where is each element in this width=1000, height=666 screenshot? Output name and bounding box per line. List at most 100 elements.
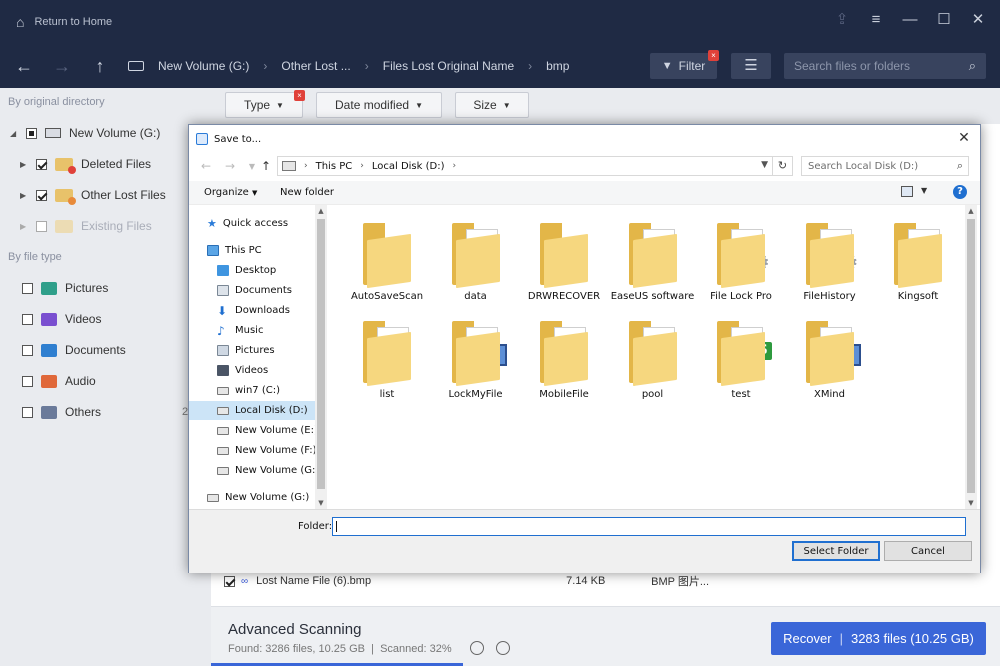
table-row[interactable]: ∞ Lost Name File (6).bmp 7.14 KB BMP 图片.… [224, 572, 754, 590]
files-scrollbar[interactable]: ▲ ▼ [965, 205, 977, 509]
folder-input[interactable] [332, 517, 966, 536]
new-folder-button[interactable]: New folder [280, 187, 334, 198]
folder-item[interactable]: AutoSaveScan [343, 207, 431, 302]
nav-item-new-volume-g[interactable]: New Volume (G:) [217, 461, 315, 480]
up-arrow-icon[interactable]: ↑ [259, 159, 273, 173]
chevron-down-icon[interactable]: ▼ [921, 186, 927, 195]
checkbox[interactable] [22, 406, 33, 418]
back-arrow-icon[interactable]: ← [199, 159, 213, 173]
type-filter-clear-badge[interactable]: × [294, 90, 305, 101]
scroll-down-icon[interactable]: ▼ [315, 499, 327, 507]
chevron-down-icon[interactable]: ▼ [761, 160, 768, 170]
checkbox[interactable] [36, 220, 47, 232]
stop-icon[interactable] [470, 641, 484, 655]
nav-item-win7-c[interactable]: win7 (C:) [217, 381, 280, 400]
nav-item-quick-access[interactable]: ★ Quick access [207, 214, 288, 233]
nav-item-pictures[interactable]: Pictures [217, 341, 275, 360]
search-icon[interactable]: ⌕ [957, 159, 963, 173]
folder-item[interactable]: DRWRECOVER [520, 207, 608, 302]
checkbox[interactable] [22, 344, 33, 356]
nav-item-new-volume-e[interactable]: New Volume (E:) [217, 421, 315, 440]
chevron-right-icon[interactable]: › [453, 161, 457, 171]
up-arrow-icon[interactable]: ↑ [90, 56, 110, 77]
nav-item-new-volume-g-2[interactable]: New Volume (G:) [207, 488, 309, 507]
forward-arrow-icon[interactable]: → [52, 56, 72, 77]
folder-item[interactable]: ⚙ File Lock Pro [697, 207, 785, 302]
folder-item[interactable]: ⚙ FileHistory [786, 207, 874, 302]
folder-item[interactable]: LockMyFile [432, 305, 520, 400]
date-modified-filter-button[interactable]: Date modified ▼ [316, 92, 442, 118]
checkbox[interactable] [26, 127, 37, 139]
menu-icon[interactable]: ≡ [868, 12, 884, 28]
scroll-up-icon[interactable]: ▲ [965, 207, 977, 215]
breadcrumb-item[interactable]: Files Lost Original Name [383, 59, 514, 73]
recent-dropdown-icon[interactable]: ▼ [245, 162, 259, 171]
type-filter-button[interactable]: Type ▼ × [225, 90, 305, 118]
address-item[interactable]: Local Disk (D:) [372, 161, 445, 172]
folder-item[interactable]: pool [609, 305, 697, 400]
folder-item[interactable]: list [343, 305, 431, 400]
search-input[interactable]: Search files or folders ⌕ [784, 53, 986, 79]
maximize-icon[interactable]: ☐ [936, 12, 952, 28]
checkbox[interactable] [36, 158, 47, 170]
cancel-button[interactable]: Cancel [884, 541, 972, 561]
select-folder-button[interactable]: Select Folder [792, 541, 880, 561]
address-bar[interactable]: › This PC › Local Disk (D:) › ▼ [277, 156, 773, 176]
list-view-button[interactable]: ☰ [731, 53, 771, 79]
scroll-up-icon[interactable]: ▲ [315, 207, 327, 215]
caret-right-icon[interactable]: ▶ [20, 191, 28, 200]
breadcrumb-item[interactable]: bmp [546, 59, 569, 73]
scrollbar-thumb[interactable] [967, 219, 975, 493]
folder-item[interactable]: XMind [786, 305, 874, 400]
type-item-audio[interactable]: Audio [22, 374, 96, 388]
refresh-button[interactable]: ↻ [773, 156, 793, 176]
type-item-pictures[interactable]: Pictures [22, 281, 108, 295]
search-icon[interactable]: ⌕ [969, 58, 976, 74]
scrollbar-thumb[interactable] [317, 219, 325, 489]
folder-item[interactable]: data [432, 207, 520, 302]
recover-button[interactable]: Recover | 3283 files (10.25 GB) [771, 622, 986, 655]
nav-item-videos[interactable]: Videos [217, 361, 268, 380]
help-icon[interactable]: ? [953, 185, 967, 199]
caret-right-icon[interactable]: ▶ [20, 160, 28, 169]
nav-item-documents[interactable]: Documents [217, 281, 292, 300]
filter-clear-badge[interactable]: × [708, 50, 719, 61]
back-arrow-icon[interactable]: ← [14, 56, 34, 77]
forward-arrow-icon[interactable]: → [223, 159, 237, 173]
chevron-right-icon[interactable]: › [360, 161, 364, 171]
chevron-right-icon[interactable]: › [304, 161, 308, 171]
organize-button[interactable]: Organize ▼ [204, 187, 257, 198]
tree-item-existing-files[interactable]: ▶ Existing Files [20, 219, 152, 233]
folder-item[interactable]: Kingsoft [874, 207, 962, 302]
filter-button[interactable]: ▼ Filter × [650, 50, 719, 79]
pause-icon[interactable] [496, 641, 510, 655]
dialog-close-button[interactable]: ✕ [956, 130, 972, 146]
folder-item[interactable]: 个人用户使用说明 MobileFile [520, 305, 608, 400]
type-item-videos[interactable]: Videos [22, 312, 101, 326]
return-home-button[interactable]: ⌂ Return to Home [16, 14, 112, 30]
size-filter-button[interactable]: Size ▼ [455, 92, 529, 118]
type-item-others[interactable]: Others [22, 405, 101, 419]
checkbox[interactable] [36, 189, 47, 201]
caret-down-icon[interactable]: ◢ [10, 129, 18, 138]
checkbox[interactable] [22, 375, 33, 387]
breadcrumb-item[interactable]: Other Lost ... [281, 59, 350, 73]
folder-item[interactable]: EaseUS software [609, 207, 697, 302]
caret-right-icon[interactable]: ▶ [20, 222, 28, 231]
type-item-documents[interactable]: Documents [22, 343, 126, 357]
feedback-icon[interactable]: ⇪ [834, 12, 850, 28]
tree-item-deleted-files[interactable]: ▶ Deleted Files [20, 157, 151, 174]
scroll-down-icon[interactable]: ▼ [965, 499, 977, 507]
checkbox[interactable] [224, 575, 235, 587]
checkbox[interactable] [22, 282, 33, 294]
tree-item-new-volume-g[interactable]: ◢ New Volume (G:) [10, 126, 160, 140]
nav-item-new-volume-f[interactable]: New Volume (F:) [217, 441, 315, 460]
nav-item-desktop[interactable]: Desktop [217, 261, 276, 280]
breadcrumb-item[interactable]: New Volume (G:) [158, 59, 249, 73]
nav-item-this-pc[interactable]: This PC [207, 241, 262, 260]
navigation-scrollbar[interactable]: ▲ ▼ [315, 205, 327, 509]
dialog-search-input[interactable]: Search Local Disk (D:) ⌕ [801, 156, 969, 176]
folder-item[interactable]: Stest [697, 305, 785, 400]
nav-item-downloads[interactable]: ⬇ Downloads [217, 301, 290, 320]
nav-item-music[interactable]: ♪ Music [217, 321, 263, 340]
